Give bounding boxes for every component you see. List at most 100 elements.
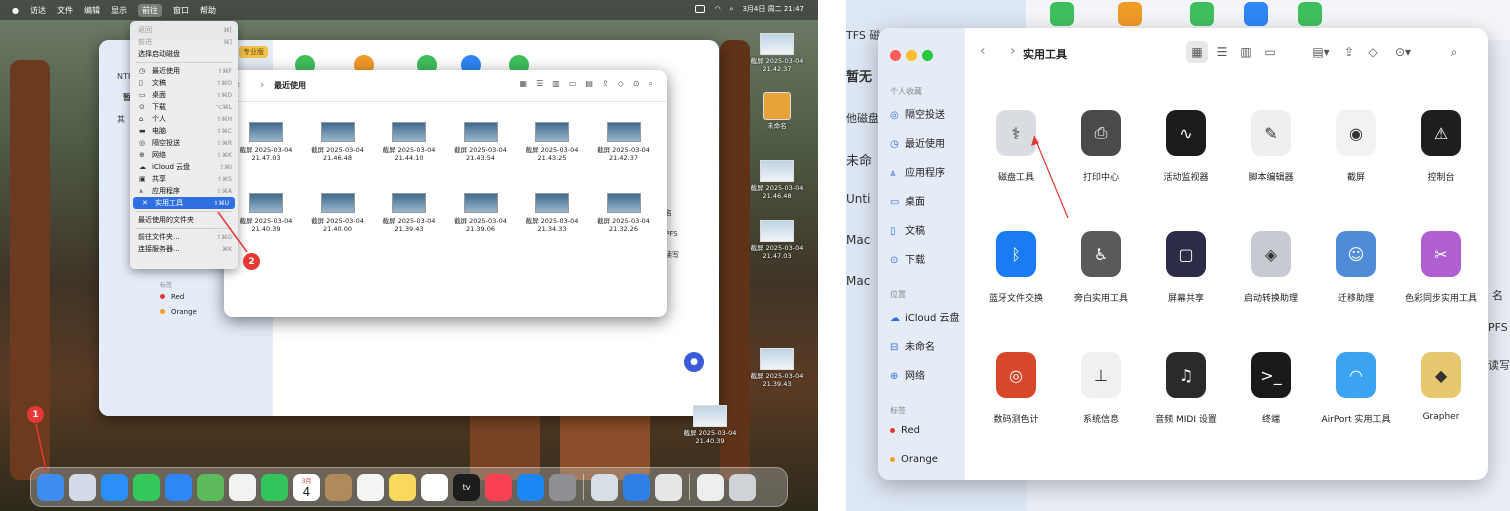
menu-help[interactable]: 帮助 bbox=[200, 5, 216, 16]
zoom-button[interactable] bbox=[922, 50, 933, 61]
sidebar-item[interactable]: ⊟ 未命名 bbox=[890, 338, 935, 353]
menu-window[interactable]: 窗口 bbox=[173, 5, 189, 16]
sidebar-item[interactable]: ⊙ 下载 bbox=[890, 251, 925, 266]
menu-item-downloads[interactable]: ⊙ 下载 ⌥⌘L bbox=[130, 101, 238, 113]
file-item[interactable]: 截屏 2025-03-04 21.43.25 bbox=[522, 122, 582, 162]
file-item[interactable]: 截屏 2025-03-04 21.40.00 bbox=[308, 193, 368, 233]
file-item[interactable]: 截屏 2025-03-04 21.42.37 bbox=[594, 122, 654, 162]
app-item[interactable]: ▢ 屏幕共享 bbox=[1141, 231, 1231, 304]
messages-icon[interactable] bbox=[133, 473, 160, 501]
app-item[interactable]: ᛒ 蓝牙文件交换 bbox=[971, 231, 1061, 304]
app-item[interactable]: ◠ AirPort 实用工具 bbox=[1311, 352, 1401, 425]
list-view-icon[interactable]: ☰ bbox=[1212, 41, 1232, 63]
file-item[interactable]: 截屏 2025-03-04 21.40.39 bbox=[236, 193, 296, 233]
grid-view-icon[interactable]: ▦ bbox=[520, 79, 528, 89]
menu-item-icloud[interactable]: ☁ iCloud 云盘 ⇧⌘I bbox=[130, 161, 238, 173]
desktop-file[interactable]: 未命名 bbox=[747, 92, 807, 130]
clock[interactable]: 3月4日 周二 21:47 bbox=[742, 4, 804, 14]
file-item[interactable]: 截屏 2025-03-04 21.47.03 bbox=[236, 122, 296, 162]
file-item[interactable]: 截屏 2025-03-04 21.46.48 bbox=[308, 122, 368, 162]
group-icon[interactable]: ▤▾ bbox=[1308, 41, 1334, 63]
menu-finder[interactable]: 访达 bbox=[30, 5, 46, 16]
menu-item-back[interactable]: 返回 ⌘[ bbox=[130, 24, 238, 36]
search-icon[interactable]: ⌕ bbox=[1445, 41, 1463, 63]
desktop-file[interactable]: 截屏 2025-03-04 21.39.43 bbox=[747, 348, 807, 388]
app-item[interactable]: ☺ 迁移助理 bbox=[1311, 231, 1401, 304]
app-item[interactable]: >_ 终端 bbox=[1226, 352, 1316, 425]
ntfs-icon[interactable] bbox=[623, 473, 650, 501]
desktop-file[interactable]: 截屏 2025-03-04 21.42.37 bbox=[747, 33, 807, 73]
sidebar-item[interactable]: ◷ 最近使用 bbox=[890, 135, 945, 150]
menu-item-utilities[interactable]: ✕ 实用工具 ⇧⌘U bbox=[133, 197, 235, 209]
menu-go[interactable]: 前往 bbox=[137, 3, 162, 17]
sidebar-item[interactable]: ▭ 桌面 bbox=[890, 193, 925, 208]
app-item[interactable]: ⚠ 控制台 bbox=[1396, 110, 1486, 183]
share-icon[interactable]: ⇪ bbox=[602, 79, 609, 89]
sidebar-item[interactable]: Orange bbox=[890, 454, 938, 465]
more-icon[interactable]: ⊙▾ bbox=[1390, 41, 1416, 63]
menu-item-shared[interactable]: ▣ 共享 ⇧⌘S bbox=[130, 173, 238, 185]
search-icon[interactable]: ⌕ bbox=[730, 5, 734, 14]
menu-edit[interactable]: 编辑 bbox=[84, 5, 100, 16]
menu-view[interactable]: 显示 bbox=[111, 5, 127, 16]
file-item[interactable]: 截屏 2025-03-04 21.39.06 bbox=[451, 193, 511, 233]
trash-icon[interactable] bbox=[729, 473, 756, 501]
desktop-file[interactable]: 截屏 2025-03-04 21.46.48 bbox=[747, 160, 807, 200]
desktop-file[interactable]: 截屏 2025-03-04 21.40.39 bbox=[680, 405, 740, 445]
gallery-view-icon[interactable]: ▭ bbox=[569, 79, 577, 89]
tag-icon[interactable]: ◇ bbox=[1364, 41, 1382, 63]
menu-item-startup-disk[interactable]: 选择启动磁盘 bbox=[130, 48, 238, 60]
app-item[interactable]: ♿ 旁白实用工具 bbox=[1056, 231, 1146, 304]
app-item[interactable]: ♫ 音频 MIDI 设置 bbox=[1141, 352, 1231, 425]
menu-item-computer[interactable]: ▬ 电脑 ⇧⌘C bbox=[130, 125, 238, 137]
music-icon[interactable] bbox=[485, 473, 512, 501]
column-view-icon[interactable]: ▥ bbox=[552, 79, 560, 89]
app-item[interactable]: ◈ 启动转换助理 bbox=[1226, 231, 1316, 304]
contacts-icon[interactable] bbox=[325, 473, 352, 501]
menu-item-desktop[interactable]: ▭ 桌面 ⇧⌘D bbox=[130, 89, 238, 101]
menu-item-applications[interactable]: ⩓ 应用程序 ⇧⌘A bbox=[130, 185, 238, 197]
group-icon[interactable]: ▤ bbox=[585, 79, 593, 89]
file-item[interactable]: 截屏 2025-03-04 21.32.26 bbox=[594, 193, 654, 233]
sidebar-item[interactable]: ⩓ 应用程序 bbox=[890, 164, 945, 179]
launchpad-icon[interactable] bbox=[69, 473, 96, 501]
doc-icon[interactable] bbox=[697, 473, 724, 501]
menu-item-network[interactable]: ⊕ 网络 ⇧⌘K bbox=[130, 149, 238, 161]
settings-icon[interactable] bbox=[549, 473, 576, 501]
app-item[interactable]: ∿ 活动监视器 bbox=[1141, 110, 1231, 183]
more-icon[interactable]: ⊙ bbox=[633, 79, 640, 89]
share-icon[interactable]: ⇪ bbox=[1340, 41, 1358, 63]
search-icon[interactable]: ⌕ bbox=[649, 79, 653, 89]
file-item[interactable]: 截屏 2025-03-04 21.44.10 bbox=[379, 122, 439, 162]
finder-icon[interactable] bbox=[37, 473, 64, 501]
chat-bubble-icon[interactable]: ● bbox=[684, 352, 704, 372]
menu-item-connect-server[interactable]: 连接服务器... ⌘K bbox=[130, 243, 238, 255]
app-item[interactable]: ⊥ 系统信息 bbox=[1056, 352, 1146, 425]
column-view-icon[interactable]: ▥ bbox=[1236, 41, 1256, 63]
menu-item-forward[interactable]: 前进 ⌘] bbox=[130, 36, 238, 48]
sidebar-item[interactable]: ⊕ 网络 bbox=[890, 367, 925, 382]
tag-orange[interactable]: Orange bbox=[160, 308, 197, 316]
file-item[interactable]: 截屏 2025-03-04 21.39.43 bbox=[379, 193, 439, 233]
grid-view-icon[interactable]: ▦ bbox=[1186, 41, 1208, 63]
freeform-icon[interactable] bbox=[421, 473, 448, 501]
maps-icon[interactable] bbox=[197, 473, 224, 501]
mail-icon[interactable] bbox=[165, 473, 192, 501]
app-item[interactable]: ✎ 脚本编辑器 bbox=[1226, 110, 1316, 183]
nav-arrows[interactable]: ‹ › bbox=[236, 78, 272, 91]
menu-item-documents[interactable]: ▯ 文稿 ⇧⌘O bbox=[130, 77, 238, 89]
menu-item-airdrop[interactable]: ◎ 隔空投送 ⇧⌘R bbox=[130, 137, 238, 149]
menu-item-recent-folders[interactable]: 最近使用的文件夹 bbox=[130, 214, 238, 226]
wifi-icon[interactable]: ◠ bbox=[714, 5, 720, 13]
minimize-button[interactable] bbox=[906, 50, 917, 61]
facetime-icon[interactable] bbox=[261, 473, 288, 501]
menu-item-home[interactable]: ⌂ 个人 ⇧⌘H bbox=[130, 113, 238, 125]
menu-item-recents[interactable]: ◷ 最近使用 ⇧⌘F bbox=[130, 65, 238, 77]
safari-icon[interactable] bbox=[101, 473, 128, 501]
file-item[interactable]: 截屏 2025-03-04 21.34.33 bbox=[522, 193, 582, 233]
app-item[interactable]: ◆ Grapher bbox=[1396, 352, 1486, 422]
tag-icon[interactable]: ◇ bbox=[618, 79, 624, 89]
gallery-view-icon[interactable]: ▭ bbox=[1260, 41, 1280, 63]
photos-icon[interactable] bbox=[229, 473, 256, 501]
app-item[interactable]: ⚕ 磁盘工具 bbox=[971, 110, 1061, 183]
